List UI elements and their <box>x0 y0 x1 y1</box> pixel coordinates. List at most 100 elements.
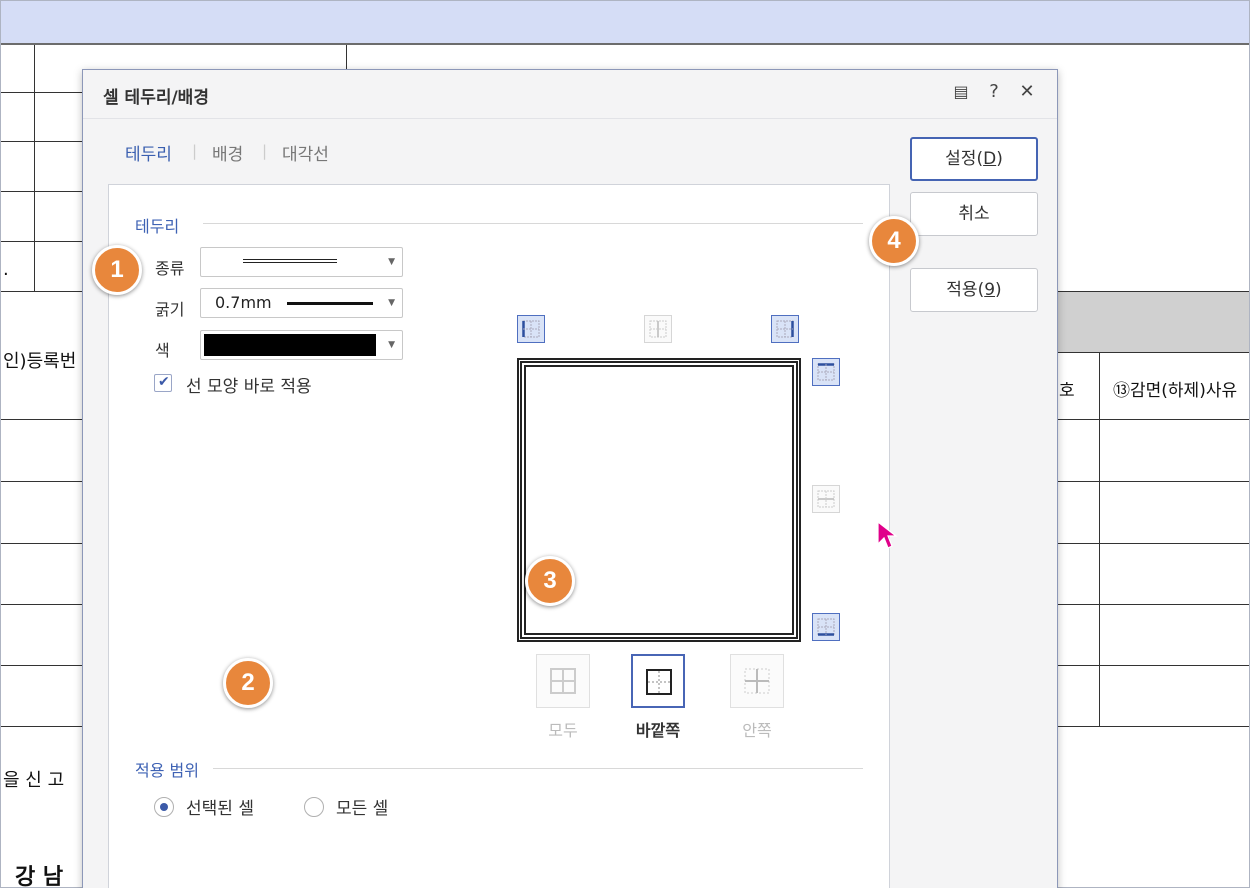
line-color-select[interactable]: ▼ <box>200 330 403 360</box>
dialog-title: 셀 테두리/배경 <box>103 88 209 108</box>
inside-borders-icon <box>744 668 770 694</box>
callout-badge-4: 4 <box>869 216 919 266</box>
selected-cells-radio[interactable] <box>154 797 174 817</box>
inner-horizontal-border-icon <box>817 490 835 508</box>
tab-background[interactable]: 배경 <box>212 140 243 165</box>
cell-border-dialog: 셀 테두리/배경 ▤ ? ✕ 테두리 | 배경 | 대각선 테두리 종류 ▼ 굵… <box>82 69 1058 888</box>
comment-icon[interactable]: ▤ <box>949 80 973 104</box>
title-separator <box>83 118 1057 119</box>
right-border-icon <box>776 320 794 338</box>
color-label: 색 <box>155 341 170 360</box>
document-text: . <box>3 259 9 280</box>
document-text: 강 남 <box>15 864 64 888</box>
apply-button-key: 9 <box>984 280 996 300</box>
close-icon[interactable]: ✕ <box>1015 80 1039 104</box>
table-line <box>1 604 83 605</box>
table-header-cell <box>1057 292 1249 352</box>
chevron-down-icon: ▼ <box>388 340 395 350</box>
cancel-button[interactable]: 취소 <box>910 192 1038 236</box>
apply-button[interactable]: 적용(9) <box>910 268 1038 312</box>
tab-divider: | <box>192 142 198 160</box>
apply-immediately-checkbox[interactable]: ✔ <box>154 374 172 392</box>
inner-vertical-border-icon <box>649 320 667 338</box>
line-type-select[interactable]: ▼ <box>200 247 403 277</box>
bottom-border-button[interactable] <box>812 613 840 641</box>
preset-inside-button[interactable] <box>730 654 784 708</box>
table-line <box>1057 291 1249 292</box>
inner-horizontal-border-button[interactable] <box>812 485 840 513</box>
tab-panel: 테두리 종류 ▼ 굵기 0.7mm ▼ 색 ▼ ✔ 선 모양 바로 적용 모두 … <box>108 184 890 888</box>
help-icon[interactable]: ? <box>982 80 1006 104</box>
section-divider <box>213 768 863 769</box>
scope-section-title: 적용 범위 <box>135 761 199 780</box>
apply-immediately-label: 선 모양 바로 적용 <box>186 377 312 397</box>
table-line <box>1057 481 1249 482</box>
table-line <box>1 191 83 192</box>
document-header-band <box>1 1 1249 45</box>
callout-badge-1: 1 <box>92 245 142 295</box>
top-border-button[interactable] <box>812 358 840 386</box>
table-line <box>1057 543 1249 544</box>
border-section-title: 테두리 <box>135 217 180 236</box>
callout-badge-2: 2 <box>223 658 273 708</box>
line-thickness-select[interactable]: 0.7mm ▼ <box>200 288 403 318</box>
inner-vertical-border-button[interactable] <box>644 315 672 343</box>
preset-outside-label: 바깥쪽 <box>635 721 681 740</box>
chevron-down-icon: ▼ <box>388 298 395 308</box>
apply-button-text: 적용( <box>946 280 985 300</box>
table-line <box>1 726 83 727</box>
table-line <box>1057 665 1249 666</box>
double-line-preview <box>243 259 337 263</box>
mouse-cursor-icon <box>877 520 898 549</box>
table-line <box>1057 419 1249 420</box>
check-icon: ✔ <box>158 374 170 390</box>
table-line <box>1 543 83 544</box>
bottom-border-icon <box>817 618 835 636</box>
document-text: 인)등록번 <box>3 351 77 372</box>
tab-border[interactable]: 테두리 <box>125 140 172 165</box>
all-borders-icon <box>550 668 576 694</box>
table-line <box>1 92 83 93</box>
preset-outside-button[interactable] <box>631 654 685 708</box>
table-line <box>1057 604 1249 605</box>
chevron-down-icon: ▼ <box>388 257 395 267</box>
left-border-icon <box>522 320 540 338</box>
all-cells-label: 모든 셀 <box>336 799 389 819</box>
preset-inside-label: 안쪽 <box>742 721 772 740</box>
thickness-line-preview <box>287 302 373 305</box>
document-text: ⑬감면(하제)사유 <box>1113 381 1238 401</box>
color-swatch <box>204 334 376 356</box>
outside-borders-icon <box>646 669 672 695</box>
selected-cells-label: 선택된 셀 <box>186 799 254 819</box>
tab-diagonal[interactable]: 대각선 <box>282 140 329 165</box>
table-line <box>34 45 35 292</box>
thickness-value: 0.7mm <box>215 293 272 312</box>
section-divider <box>203 223 863 224</box>
preset-all-button[interactable] <box>536 654 590 708</box>
callout-badge-3: 3 <box>525 556 575 606</box>
type-label: 종류 <box>155 259 185 278</box>
table-line <box>1099 352 1100 726</box>
document-text: 을 신 고 <box>3 770 65 791</box>
ok-button[interactable]: 설정(D) <box>910 137 1038 181</box>
tab-divider: | <box>262 142 268 160</box>
top-border-icon <box>817 363 835 381</box>
table-line <box>1057 352 1249 353</box>
apply-button-paren: ) <box>995 280 1002 300</box>
table-line <box>1 665 83 666</box>
table-line <box>1 419 83 420</box>
table-line <box>1 291 83 292</box>
left-border-button[interactable] <box>517 315 545 343</box>
document-text: 호 <box>1059 381 1075 401</box>
table-line <box>1 141 83 142</box>
table-line <box>1 241 83 242</box>
ok-button-paren: ) <box>996 149 1003 169</box>
all-cells-radio[interactable] <box>304 797 324 817</box>
table-line <box>1057 726 1249 727</box>
thickness-label: 굵기 <box>155 300 185 319</box>
table-line <box>346 45 347 71</box>
ok-button-text: 설정( <box>945 149 984 169</box>
preset-all-label: 모두 <box>548 721 578 740</box>
ok-button-key: D <box>983 149 997 169</box>
right-border-button[interactable] <box>771 315 799 343</box>
